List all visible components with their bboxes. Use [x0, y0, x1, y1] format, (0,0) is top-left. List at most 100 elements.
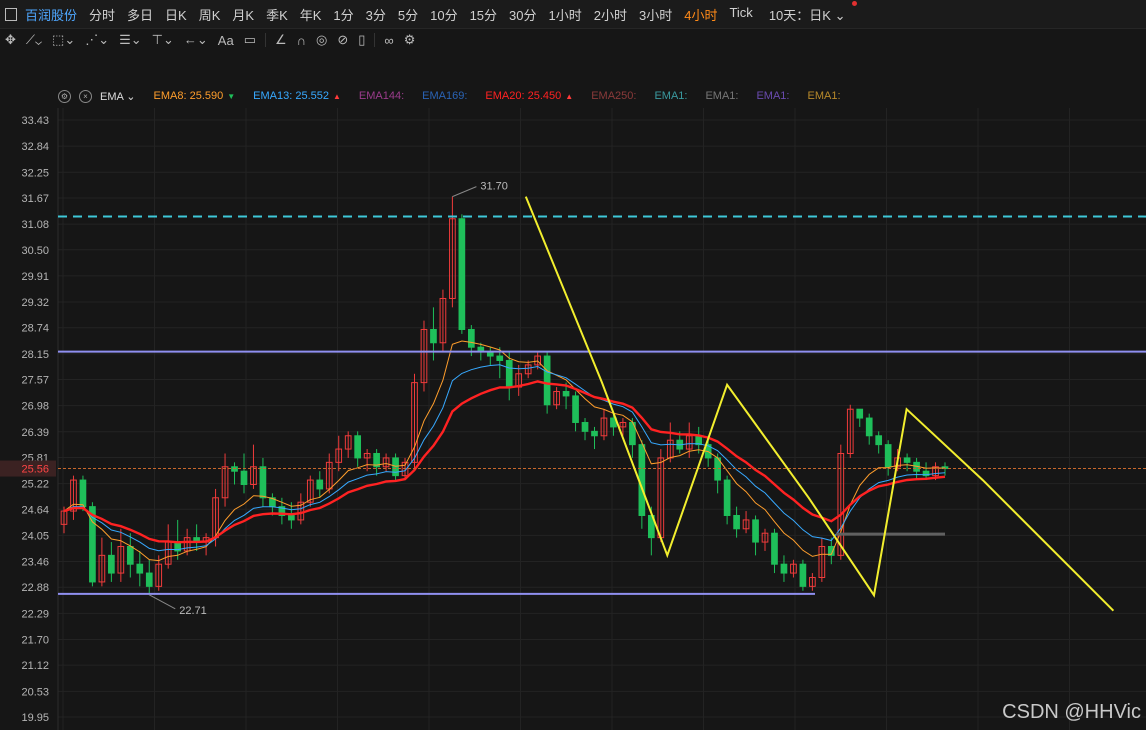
font-tool-icon[interactable]: Aa: [218, 33, 234, 48]
candle-body: [126, 545, 134, 565]
ema-label: EMA8:: [153, 90, 187, 102]
y-tick-label: 26.98: [21, 401, 49, 413]
timeframe-tab[interactable]: 5分: [398, 5, 418, 24]
timeframe-tab[interactable]: 2小时: [594, 5, 627, 24]
timeframe-tab[interactable]: 10分: [430, 5, 457, 24]
timeframe-tab[interactable]: 30分: [509, 5, 536, 24]
rect-tool-icon[interactable]: ⬚⌄: [52, 32, 75, 48]
candle-body: [865, 417, 873, 437]
candle-body: [430, 328, 437, 344]
timeframe-tab[interactable]: 多日: [127, 5, 153, 24]
timeframe-tab[interactable]: 15分: [470, 5, 497, 24]
pattern-tool-icon[interactable]: ⋰⌄: [85, 32, 109, 48]
candle-body: [581, 421, 589, 432]
ema-values: EMA8: 25.590 ▼ EMA13: 25.552 ▲ EMA144: EMA169…: [154, 90, 859, 102]
eye-icon[interactable]: ◎: [316, 32, 327, 48]
ema-label: EMA250:: [591, 90, 637, 102]
ema-legend-item: EMA20: 25.450 ▲: [485, 90, 573, 102]
ema-label: EMA13:: [253, 90, 293, 102]
candle-body: [316, 479, 324, 490]
panel-toggle-icon[interactable]: [5, 7, 17, 21]
ema-label: EMA169:: [422, 90, 468, 102]
timeframe-tab[interactable]: 4小时: [684, 5, 717, 24]
ema-value: 25.552: [292, 90, 329, 102]
pencil-icon[interactable]: ∠: [275, 32, 287, 48]
candle-body: [108, 554, 115, 574]
settings-icon[interactable]: ⚙: [404, 32, 416, 48]
ema-value: 25.450: [524, 90, 562, 102]
high-annotation-leader: [452, 186, 477, 198]
ema-arrow-icon: ▲: [333, 92, 341, 101]
toolbar-divider: [374, 33, 376, 47]
ema-legend-item: EMA1:: [705, 90, 738, 102]
candle-body: [496, 355, 504, 361]
timeframe-tab[interactable]: 周K: [199, 5, 221, 24]
timeframe-tabs: 分时 多日 日K 周K 月K 季K 年K 1分 3分 5分 10分 15分 30分 1小时 2小时 3小时 4小…: [89, 5, 765, 24]
magnet-icon[interactable]: ∩: [297, 33, 306, 48]
indicator-legend: ⚙ × EMA ⌄ EMA8: 25.590 ▼ EMA13: 25.552 ▲ EMA…: [58, 87, 859, 105]
timeframe-tab[interactable]: Tick: [729, 5, 752, 24]
candle-body: [79, 479, 87, 508]
timeframe-tab[interactable]: 日K: [165, 5, 187, 24]
timeframe-tab[interactable]: 月K: [232, 5, 254, 24]
candle-body: [136, 563, 144, 574]
y-tick-label: 29.91: [21, 271, 49, 283]
timeframe-tab[interactable]: 1分: [333, 5, 353, 24]
timeframe-tab[interactable]: 季K: [266, 5, 288, 24]
candle-body: [392, 457, 399, 477]
y-tick-label: 29.32: [21, 297, 49, 309]
candle-body: [856, 408, 864, 419]
hide-icon[interactable]: ⊘: [337, 32, 348, 48]
candle-body: [752, 519, 759, 543]
candle-body: [572, 395, 579, 423]
stock-title[interactable]: 百润股份: [25, 5, 77, 24]
ema-label: EMA1:: [807, 90, 841, 102]
timeframe-bar: 百润股份 分时 多日 日K 周K 月K 季K 年K 1分 3分 5分 10分 15分 30分 1小时 2小时…: [0, 0, 1146, 29]
ema-label: EMA144:: [358, 90, 405, 102]
high-annotation: 31.70: [480, 181, 508, 193]
ema-legend-item: EMA250:: [591, 90, 636, 102]
candle-body: [799, 563, 807, 587]
ema-label: EMA1:: [654, 90, 688, 102]
candle-body: [733, 514, 740, 530]
ema-label: EMA1:: [756, 90, 790, 102]
range-selector[interactable]: 10天：日K ⌄: [769, 0, 860, 24]
y-tick-label: 26.39: [21, 427, 49, 439]
timeframe-tab[interactable]: 分时: [89, 5, 115, 24]
candlestick-chart[interactable]: 33.43 32.84 32.25 31.67 31.08 30.50 29.91 29.32…: [0, 0, 1146, 730]
link-icon[interactable]: ∞: [384, 33, 393, 48]
candle-body: [288, 514, 295, 521]
y-tick-label: 20.53: [21, 686, 49, 698]
ema-value: 25.590: [186, 90, 224, 102]
comment-icon[interactable]: ▭: [244, 32, 256, 48]
indicator-settings-icon[interactable]: ⚙: [58, 89, 71, 103]
y-tick-label: 21.70: [21, 634, 49, 646]
candle-body: [240, 470, 248, 485]
ema-legend-item: EMA169:: [422, 90, 467, 102]
ema-label: EMA20:: [485, 90, 525, 102]
timeframe-tab[interactable]: 年K: [300, 5, 322, 24]
trash-icon[interactable]: ▯: [358, 32, 365, 48]
ema-legend-item: EMA8: 25.590 ▼: [154, 90, 236, 102]
line-tool-icon[interactable]: ⟋⌄: [26, 32, 42, 48]
indicator-close-icon[interactable]: ×: [79, 89, 92, 103]
timeframe-tab[interactable]: 3分: [366, 5, 386, 24]
candle-body: [723, 479, 731, 516]
crosshair-icon[interactable]: ✥: [5, 32, 16, 48]
candle-body: [145, 572, 153, 587]
timeframe-tab[interactable]: 3小时: [639, 5, 672, 24]
zigzag-trend-line: [524, 196, 1115, 612]
candle-body: [259, 466, 267, 499]
y-tick-label: 22.88: [21, 582, 49, 594]
measure-tool-icon[interactable]: ←⌄: [184, 32, 208, 48]
ema-arrow-icon: ▼: [227, 92, 236, 101]
fib-tool-icon[interactable]: ☰⌄: [119, 32, 142, 48]
low-annotation-leader: [149, 594, 176, 610]
indicator-name[interactable]: EMA ⌄: [100, 90, 136, 103]
ema-legend-item: EMA1:: [807, 90, 840, 102]
y-tick-label: 19.95: [21, 712, 49, 724]
text-tool-icon[interactable]: ⊤⌄: [152, 32, 174, 48]
candle-body: [354, 435, 362, 459]
y-tick-label: 32.25: [21, 167, 49, 179]
timeframe-tab[interactable]: 1小时: [549, 5, 582, 24]
